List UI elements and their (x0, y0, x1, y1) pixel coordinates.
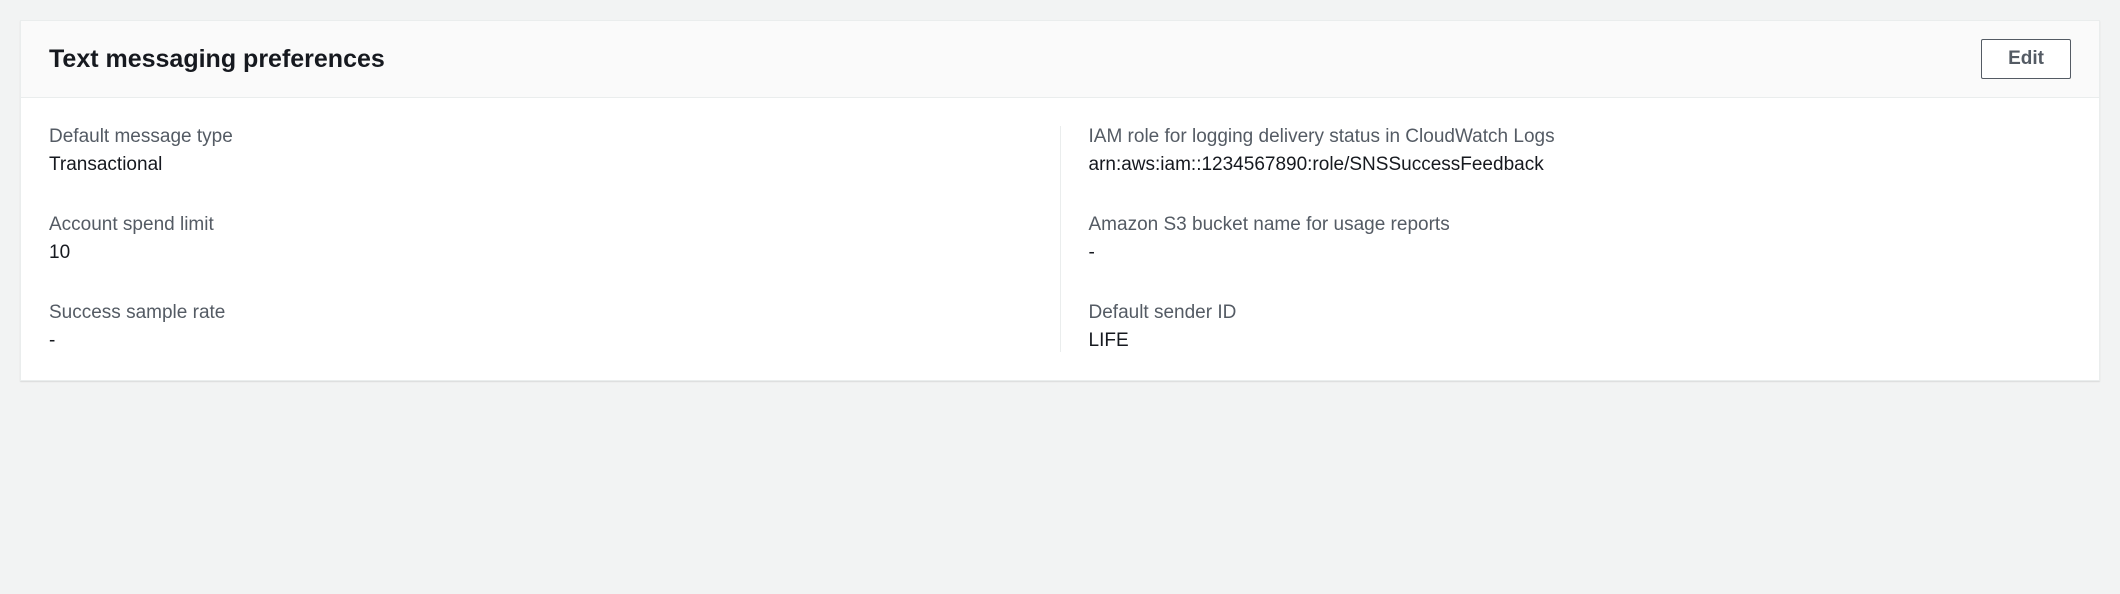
panel-title: Text messaging preferences (49, 45, 385, 74)
field-default-message-type: Default message type Transactional (49, 126, 1032, 176)
field-label: IAM role for logging delivery status in … (1089, 126, 2072, 148)
field-value: - (49, 330, 1032, 352)
field-label: Account spend limit (49, 214, 1032, 236)
field-label: Default sender ID (1089, 302, 2072, 324)
field-success-sample-rate: Success sample rate - (49, 302, 1032, 352)
field-iam-role: IAM role for logging delivery status in … (1089, 126, 2072, 176)
text-messaging-preferences-panel: Text messaging preferences Edit Default … (20, 20, 2100, 381)
field-value: LIFE (1089, 330, 2072, 352)
field-value: arn:aws:iam::1234567890:role/SNSSuccessF… (1089, 154, 2072, 176)
panel-body: Default message type Transactional Accou… (21, 98, 2099, 380)
field-label: Default message type (49, 126, 1032, 148)
field-value: - (1089, 242, 2072, 264)
field-value: 10 (49, 242, 1032, 264)
field-label: Amazon S3 bucket name for usage reports (1089, 214, 2072, 236)
field-s3-bucket: Amazon S3 bucket name for usage reports … (1089, 214, 2072, 264)
field-default-sender-id: Default sender ID LIFE (1089, 302, 2072, 352)
panel-header: Text messaging preferences Edit (21, 21, 2099, 98)
column-right: IAM role for logging delivery status in … (1061, 126, 2072, 352)
edit-button[interactable]: Edit (1981, 39, 2071, 79)
column-left: Default message type Transactional Accou… (49, 126, 1061, 352)
field-value: Transactional (49, 154, 1032, 176)
field-account-spend-limit: Account spend limit 10 (49, 214, 1032, 264)
field-label: Success sample rate (49, 302, 1032, 324)
